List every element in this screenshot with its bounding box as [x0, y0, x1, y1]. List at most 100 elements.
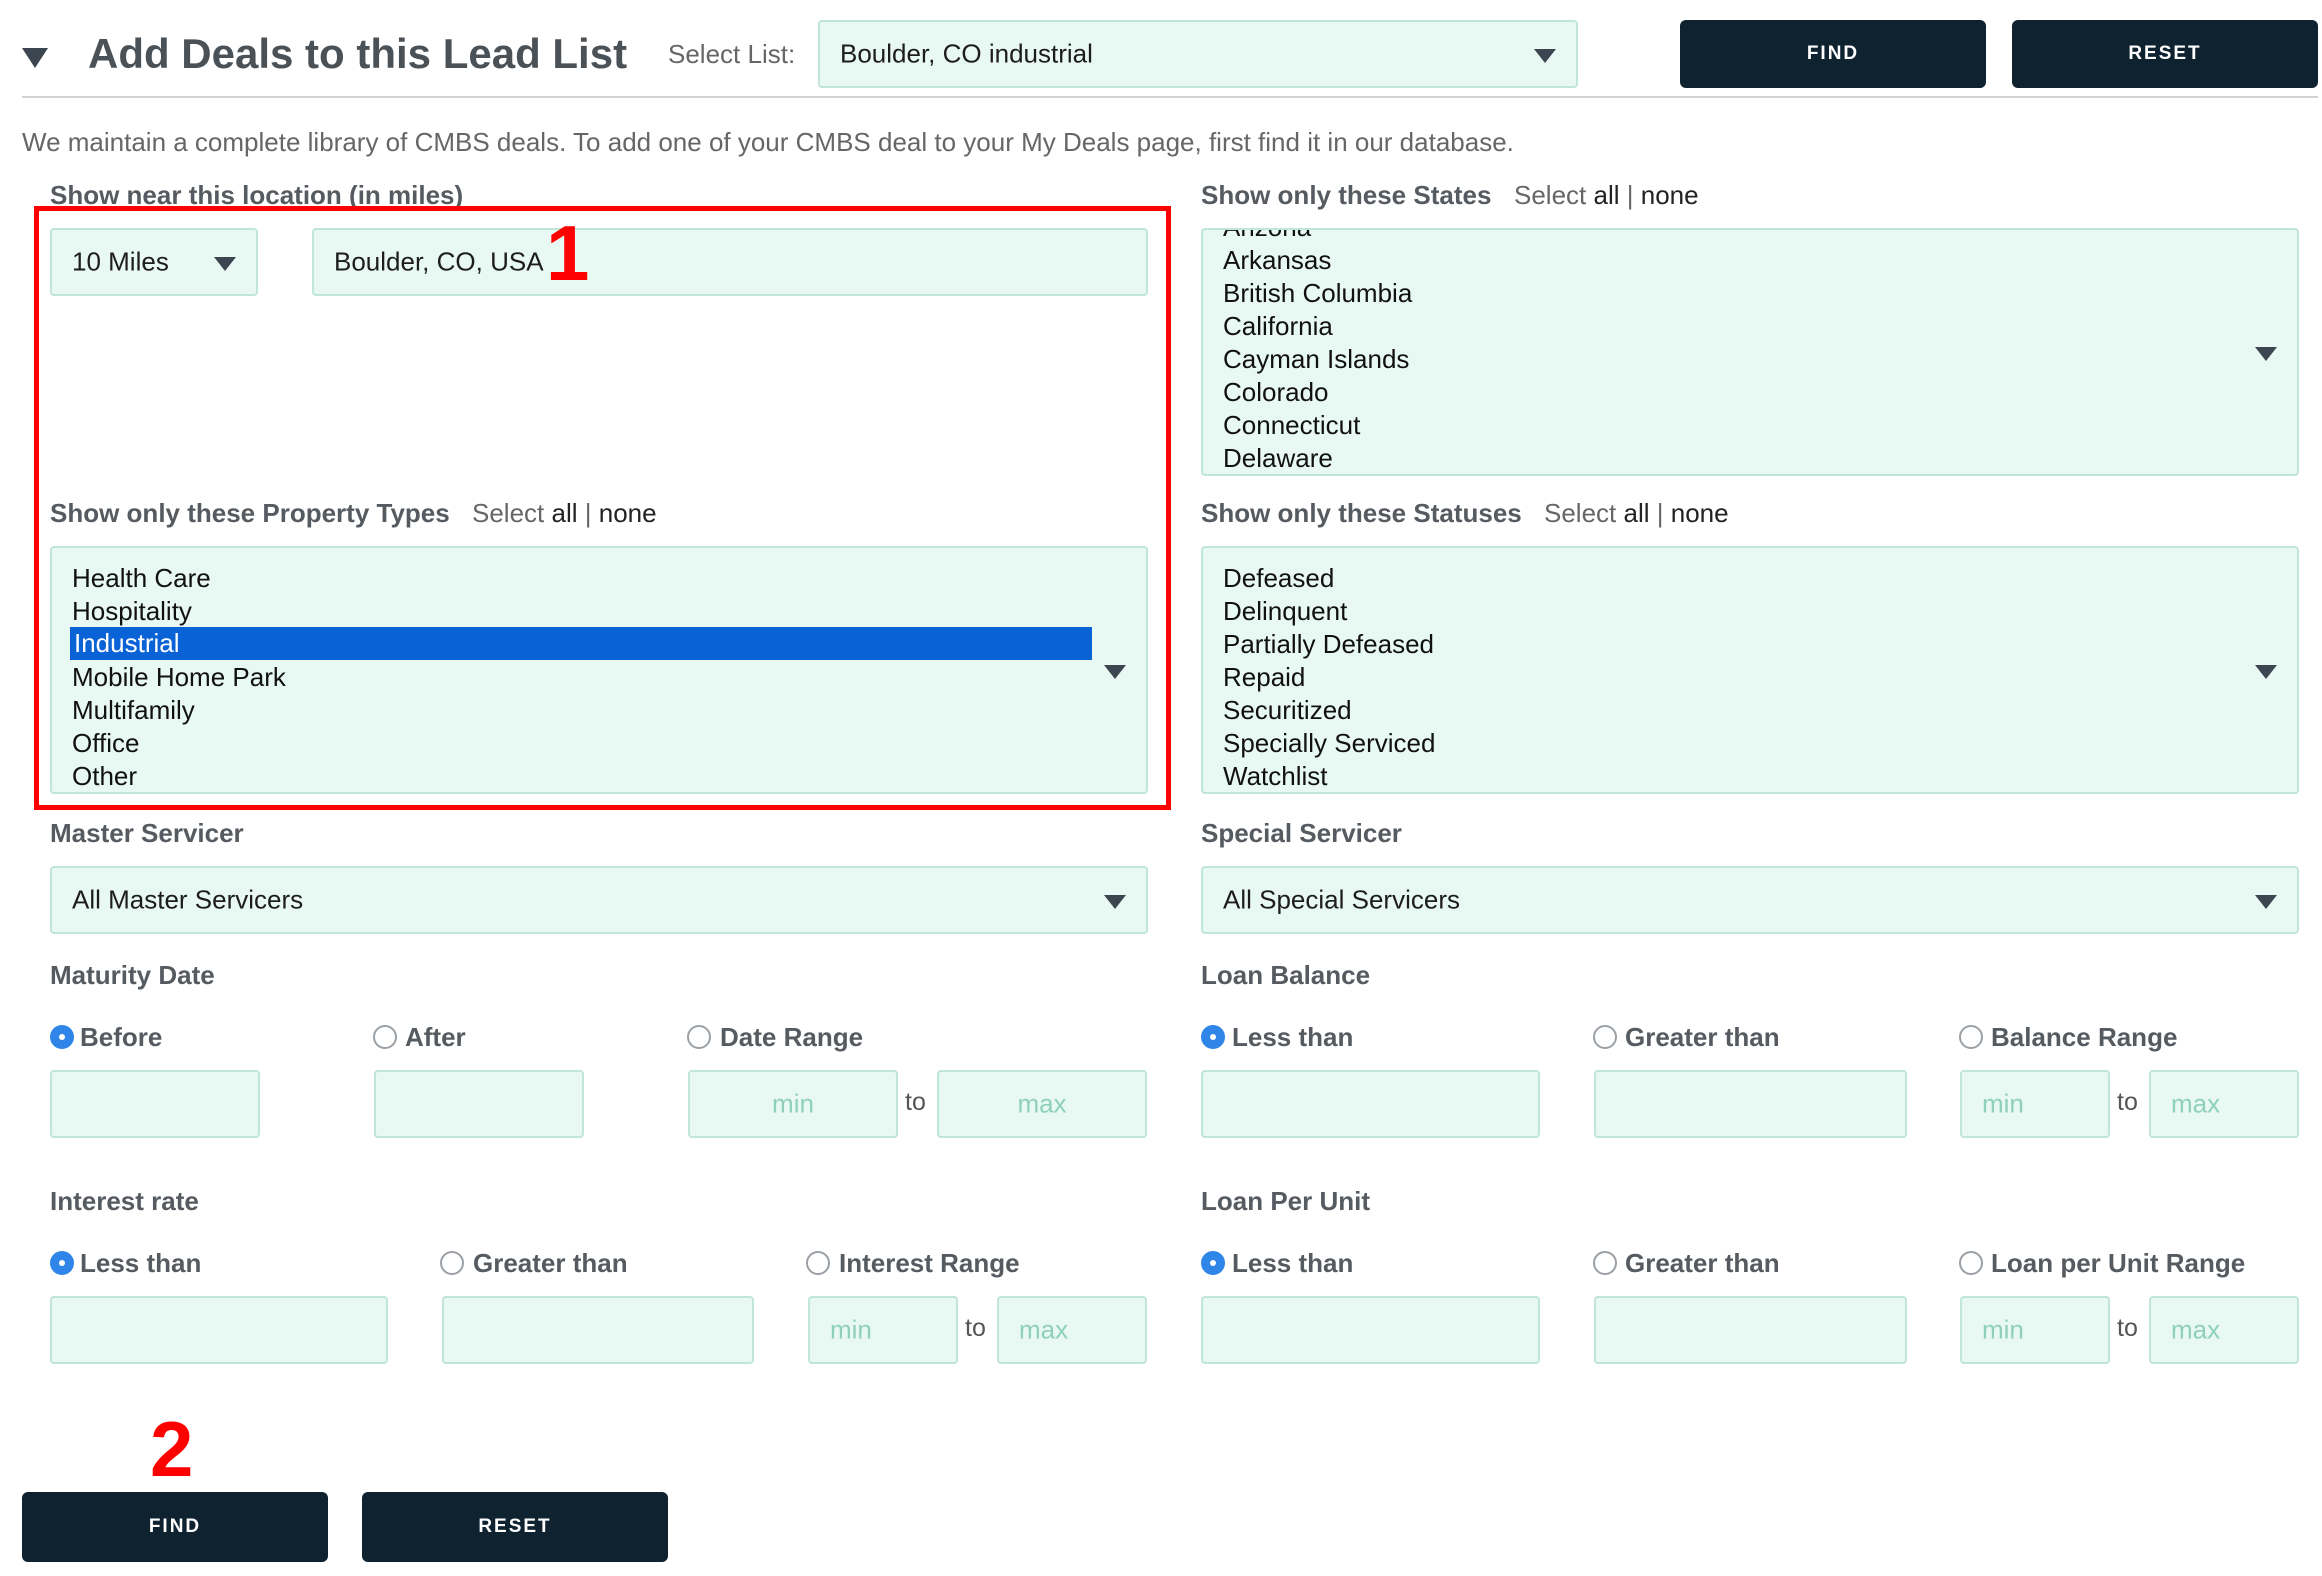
reset-button-bottom[interactable]: RESET	[362, 1492, 668, 1562]
maturity-before-radio[interactable]	[50, 1025, 74, 1049]
list-item[interactable]: Specially Serviced	[1223, 727, 1435, 760]
annotation-number-2: 2	[150, 1405, 194, 1493]
statuses-select-none-link[interactable]: none	[1671, 498, 1729, 528]
to-text: to	[905, 1088, 926, 1116]
per-unit-less-radio[interactable]	[1201, 1251, 1225, 1275]
balance-less-label: Less than	[1232, 1022, 1354, 1052]
statuses-select-all-link[interactable]: all	[1624, 498, 1650, 528]
interest-greater-input[interactable]	[442, 1296, 754, 1364]
to-text: to	[965, 1314, 986, 1342]
min-placeholder: min	[772, 1088, 814, 1119]
special-servicer-dropdown[interactable]: All Special Servicers	[1201, 866, 2299, 934]
list-item[interactable]: Cayman Islands	[1223, 343, 1409, 376]
list-item[interactable]: British Columbia	[1223, 277, 1412, 310]
loan-balance-label: Loan Balance	[1201, 960, 1371, 990]
chevron-down-icon	[2255, 347, 2277, 361]
chevron-down-icon	[2255, 895, 2277, 909]
per-unit-greater-label: Greater than	[1625, 1248, 1780, 1278]
master-servicer-value: All Master Servicers	[72, 884, 304, 915]
interest-max-input[interactable]: max	[997, 1296, 1147, 1364]
reset-button[interactable]: RESET	[2012, 20, 2318, 88]
select-text: Select	[1544, 498, 1617, 528]
max-placeholder: max	[2171, 1314, 2221, 1345]
interest-greater-label: Greater than	[473, 1248, 628, 1278]
per-unit-min-input[interactable]: min	[1960, 1296, 2110, 1364]
states-select-all-link[interactable]: all	[1594, 180, 1620, 210]
maturity-before-label: Before	[80, 1022, 163, 1052]
min-placeholder: min	[830, 1314, 872, 1345]
list-item[interactable]: Partially Defeased	[1223, 628, 1434, 661]
maturity-date-label: Maturity Date	[50, 960, 215, 990]
states-select-links: Select all | none	[1514, 180, 1699, 211]
list-item[interactable]: Arkansas	[1223, 244, 1331, 277]
header-divider	[22, 96, 2318, 98]
per-unit-greater-input[interactable]	[1594, 1296, 1907, 1364]
special-servicer-label: Special Servicer	[1201, 818, 1402, 848]
max-placeholder: max	[2171, 1088, 2221, 1119]
list-item[interactable]: Delaware	[1223, 442, 1333, 474]
list-item[interactable]: California	[1223, 310, 1333, 343]
per-unit-range-radio[interactable]	[1959, 1251, 1983, 1275]
balance-max-input[interactable]: max	[2149, 1070, 2299, 1138]
list-item[interactable]: Repaid	[1223, 661, 1305, 694]
maturity-after-radio[interactable]	[373, 1025, 397, 1049]
collapse-toggle-icon[interactable]	[22, 48, 48, 68]
interest-less-input[interactable]	[50, 1296, 388, 1364]
chevron-down-icon	[1534, 49, 1556, 63]
maturity-min-input[interactable]: min	[688, 1070, 898, 1138]
balance-less-radio[interactable]	[1201, 1025, 1225, 1049]
master-servicer-dropdown[interactable]: All Master Servicers	[50, 866, 1148, 934]
balance-less-input[interactable]	[1201, 1070, 1540, 1138]
statuses-select-links: Select all | none	[1544, 498, 1729, 529]
select-list-label: Select List:	[668, 39, 796, 69]
master-servicer-label: Master Servicer	[50, 818, 244, 848]
find-button[interactable]: FIND	[1680, 20, 1986, 88]
separator: |	[1656, 498, 1664, 528]
special-servicer-value: All Special Servicers	[1223, 884, 1460, 915]
balance-greater-input[interactable]	[1594, 1070, 1907, 1138]
chevron-down-icon	[1104, 895, 1126, 909]
per-unit-less-input[interactable]	[1201, 1296, 1540, 1364]
to-text: to	[2117, 1088, 2138, 1116]
maturity-range-label: Date Range	[720, 1022, 864, 1052]
interest-greater-radio[interactable]	[440, 1251, 464, 1275]
per-unit-greater-radio[interactable]	[1593, 1251, 1617, 1275]
per-unit-max-input[interactable]: max	[2149, 1296, 2299, 1364]
loan-per-unit-label: Loan Per Unit	[1201, 1186, 1371, 1216]
page-title: Add Deals to this Lead List	[88, 30, 628, 77]
interest-less-radio[interactable]	[50, 1251, 74, 1275]
statuses-listbox[interactable]: Defeased Delinquent Partially Defeased R…	[1201, 546, 2299, 794]
min-placeholder: min	[1982, 1314, 2024, 1345]
list-item[interactable]: Securitized	[1223, 694, 1352, 727]
list-item[interactable]: Arizona	[1223, 230, 1311, 244]
per-unit-less-label: Less than	[1232, 1248, 1354, 1278]
interest-range-label: Interest Range	[839, 1248, 1020, 1278]
select-list-value: Boulder, CO industrial	[840, 38, 1093, 69]
interest-min-input[interactable]: min	[808, 1296, 958, 1364]
separator: |	[1626, 180, 1634, 210]
annotation-highlight-box	[34, 206, 1171, 810]
list-item[interactable]: Defeased	[1223, 562, 1334, 595]
intro-text: We maintain a complete library of CMBS d…	[22, 127, 1514, 157]
balance-greater-radio[interactable]	[1593, 1025, 1617, 1049]
balance-greater-label: Greater than	[1625, 1022, 1780, 1052]
list-item[interactable]: Colorado	[1223, 376, 1329, 409]
interest-range-radio[interactable]	[806, 1251, 830, 1275]
list-item[interactable]: Connecticut	[1223, 409, 1360, 442]
balance-min-input[interactable]: min	[1960, 1070, 2110, 1138]
maturity-range-radio[interactable]	[687, 1025, 711, 1049]
list-item[interactable]: Delinquent	[1223, 595, 1347, 628]
states-listbox[interactable]: Arizona Arkansas British Columbia Califo…	[1201, 228, 2299, 476]
maturity-before-input[interactable]	[50, 1070, 260, 1138]
maturity-max-input[interactable]: max	[937, 1070, 1147, 1138]
find-button-bottom[interactable]: FIND	[22, 1492, 328, 1562]
list-item[interactable]: Watchlist	[1223, 760, 1328, 792]
maturity-after-label: After	[405, 1022, 466, 1052]
per-unit-range-label: Loan per Unit Range	[1991, 1248, 2246, 1278]
states-label: Show only these States	[1201, 180, 1492, 210]
select-list-dropdown[interactable]: Boulder, CO industrial	[818, 20, 1578, 88]
balance-range-radio[interactable]	[1959, 1025, 1983, 1049]
states-select-none-link[interactable]: none	[1641, 180, 1699, 210]
max-placeholder: max	[1017, 1088, 1067, 1119]
maturity-after-input[interactable]	[374, 1070, 584, 1138]
